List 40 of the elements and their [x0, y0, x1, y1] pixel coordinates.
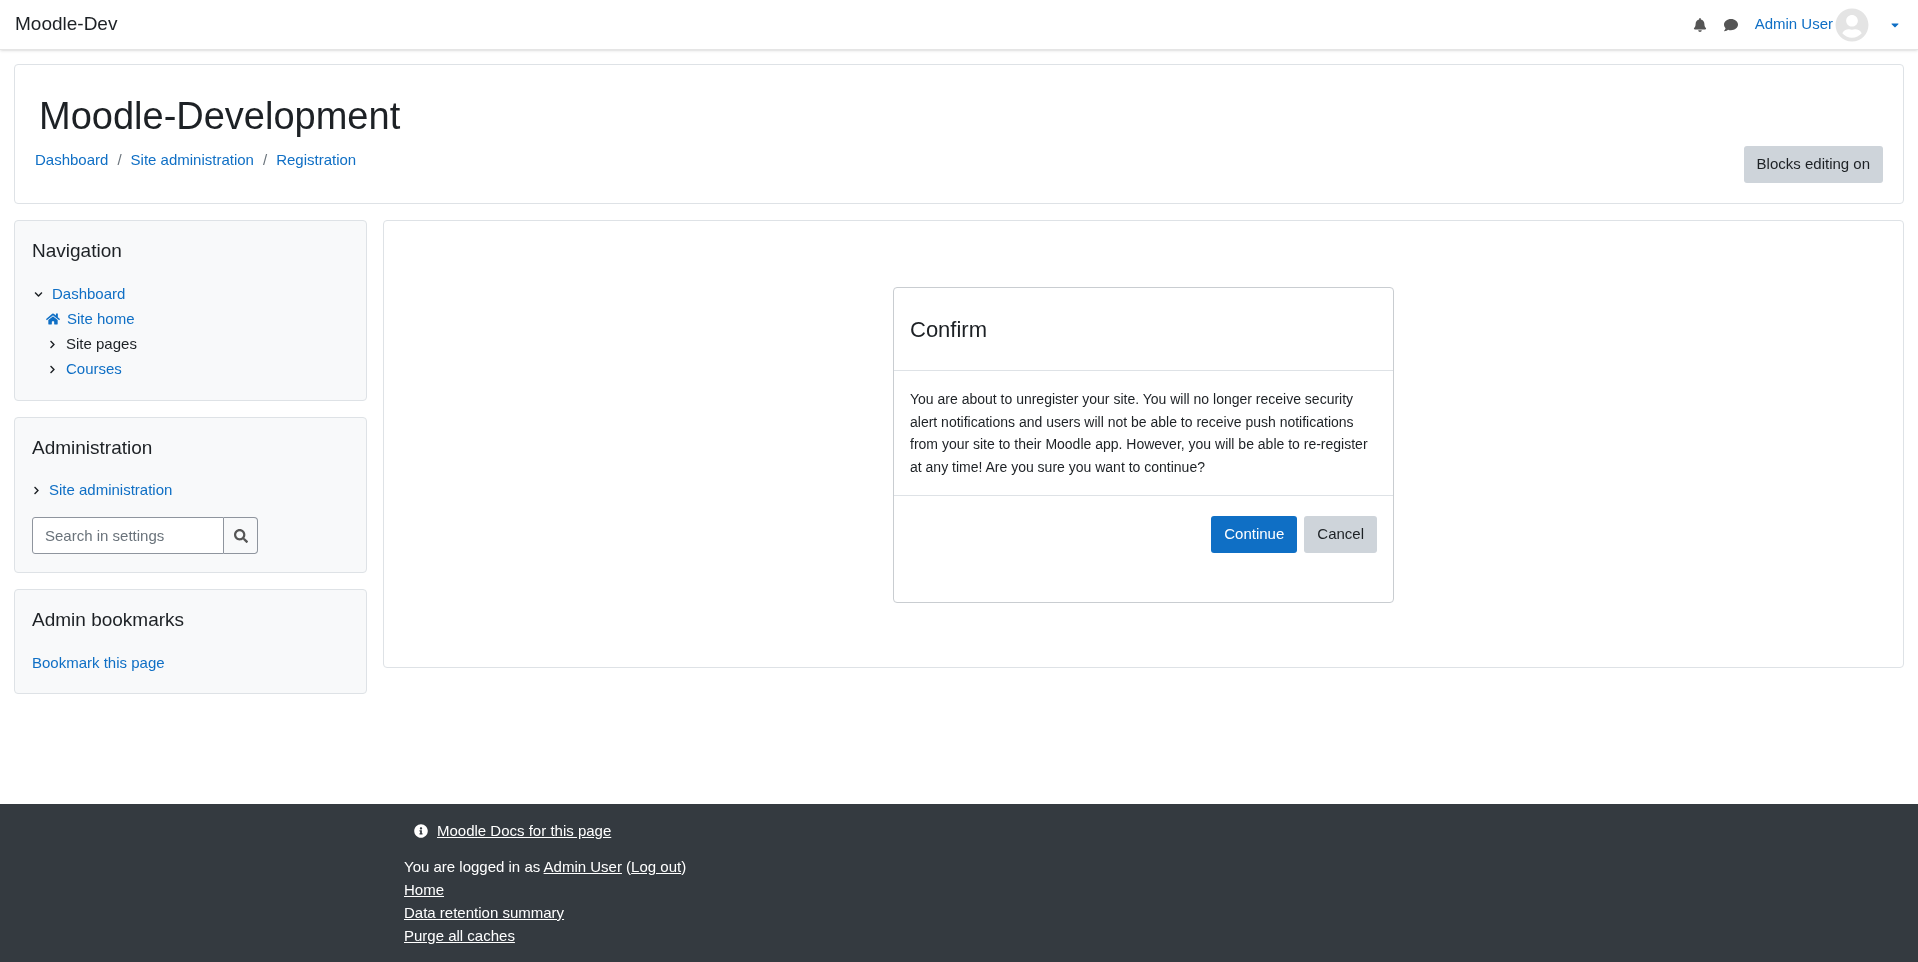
continue-button[interactable]: Continue	[1211, 516, 1298, 553]
chevron-right-icon[interactable]	[48, 339, 57, 349]
bookmark-link[interactable]: Bookmark this page	[32, 653, 165, 671]
page-title: Moodle-Development	[38, 96, 401, 135]
info-icon	[414, 824, 428, 839]
nav-link[interactable]: Courses	[66, 357, 122, 381]
breadcrumb-link[interactable]: Dashboard	[35, 148, 109, 171]
login-info: You are logged in as Admin User (Log out)	[404, 856, 688, 877]
user-menu-link[interactable]: Admin User	[1754, 13, 1833, 36]
chevron-right-icon[interactable]	[32, 486, 41, 495]
dialog-title: Confirm	[910, 315, 987, 344]
block-title: Administration	[32, 435, 154, 460]
nav-link[interactable]: Site administration	[49, 479, 173, 502]
breadcrumb-separator: /	[262, 149, 268, 170]
docs-link[interactable]: Moodle Docs for this page	[437, 820, 612, 843]
breadcrumb-separator: /	[117, 149, 122, 170]
search-icon	[233, 528, 248, 543]
home-icon	[46, 312, 60, 326]
block-title: Admin bookmarks	[32, 608, 186, 632]
bell-icon[interactable]	[1692, 17, 1707, 32]
footer-link[interactable]: Home	[404, 877, 444, 901]
blocks-editing-button[interactable]: Blocks editing on	[1743, 146, 1883, 183]
nav-link[interactable]: Site home	[67, 307, 135, 331]
search-field[interactable]: Search in settings	[32, 517, 224, 554]
breadcrumb-link[interactable]: Registration	[276, 148, 357, 171]
search-button[interactable]	[224, 517, 258, 554]
site-brand[interactable]: Moodle-Dev	[15, 10, 118, 39]
chevron-down-icon[interactable]	[34, 289, 43, 299]
nav-item[interactable]: Site pages	[66, 332, 137, 356]
nav-link[interactable]: Dashboard	[52, 282, 126, 306]
block-title: Navigation	[32, 239, 123, 263]
dialog-message: You are about to unregister your site. You will no longer receive security alert notifications and users will not be able to receive push notifications from your site to their Moodle app. However, you will be able to re-register at any time! Are you sure you want to continue?	[910, 390, 1369, 477]
chat-icon[interactable]	[1722, 17, 1739, 32]
footer-link[interactable]: Data retention summary	[404, 900, 565, 924]
cancel-button[interactable]: Cancel	[1304, 516, 1377, 553]
user-profile-link[interactable]: Admin User	[543, 857, 622, 875]
logout-link[interactable]: Log out	[631, 857, 682, 875]
chevron-right-icon[interactable]	[48, 364, 57, 374]
footer-link[interactable]: Purge all caches	[404, 923, 515, 947]
breadcrumb-link[interactable]: Site administration	[130, 148, 254, 171]
